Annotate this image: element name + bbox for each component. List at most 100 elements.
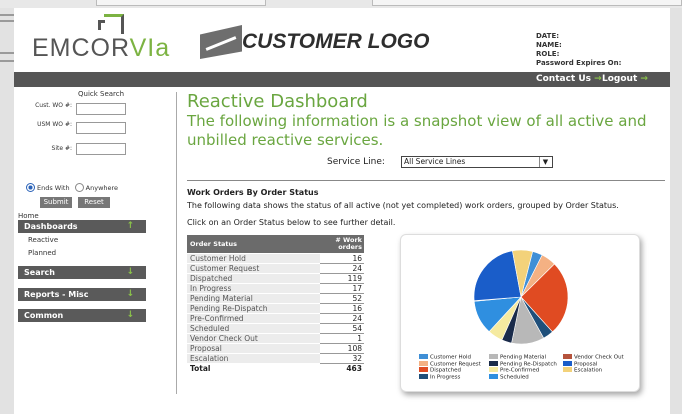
legend-swatch — [563, 354, 572, 359]
legend-label: In Progress — [430, 374, 461, 381]
table-row[interactable]: Customer Hold 16 — [187, 253, 364, 264]
status-pie-chart-card: Customer Hold Customer Request Dispatched I… — [400, 234, 640, 392]
contact-us-label: Contact Us — [536, 74, 592, 84]
cust-wo-label: Cust. WO #: — [35, 102, 72, 109]
nav-dashboards-label: Dashboards — [24, 222, 78, 231]
service-line-select[interactable]: All Service Lines ▼ — [401, 156, 553, 168]
reset-button[interactable]: Reset — [78, 197, 110, 208]
order-status-link[interactable]: Pre-Confirmed — [187, 313, 320, 324]
submit-button[interactable]: Submit — [40, 197, 72, 208]
legend-swatch — [489, 354, 498, 359]
site-input[interactable] — [76, 143, 126, 155]
work-order-count: 108 — [320, 343, 364, 354]
logout-label: Logout — [602, 74, 638, 84]
work-order-count: 52 — [320, 293, 364, 304]
password-expires-label: Password Expires On: — [536, 59, 622, 67]
work-order-count: 16 — [320, 303, 364, 314]
user-info: DATE: NAME: ROLE: Password Expires On: — [536, 32, 621, 68]
order-status-link[interactable]: In Progress — [187, 283, 320, 294]
total-label: Total — [187, 363, 320, 373]
nav-reports-label: Reports - Misc — [24, 290, 89, 299]
legend-label: Customer Hold — [430, 354, 471, 361]
order-status-link[interactable]: Customer Hold — [187, 253, 320, 264]
order-status-link[interactable]: Scheduled — [187, 323, 320, 334]
legend-swatch — [489, 367, 498, 373]
table-row[interactable]: Proposal 108 — [187, 343, 364, 354]
background-scribble — [0, 52, 14, 54]
date-label: DATE: — [536, 32, 560, 40]
site-label: Site #: — [51, 145, 72, 152]
arrow-down-icon: ↓ — [126, 267, 134, 277]
top-nav-bar: Contact Us → Logout → — [14, 72, 670, 87]
background-scribble — [0, 20, 14, 22]
status-pie-chart[interactable] — [401, 235, 641, 353]
brand-accent: VIa — [129, 34, 171, 62]
legend-swatch — [419, 354, 428, 359]
work-order-count: 54 — [320, 323, 364, 334]
table-row[interactable]: Pending Re-Dispatch 16 — [187, 303, 364, 314]
order-status-link[interactable]: Escalation — [187, 353, 320, 364]
order-status-link[interactable]: Proposal — [187, 343, 320, 354]
legend-swatch — [489, 373, 498, 379]
nav-item-reactive[interactable]: Reactive — [28, 236, 58, 244]
site-field: Site #: — [20, 142, 126, 156]
background-window-right — [670, 8, 682, 414]
customer-logo-text: CUSTOMER LOGO — [242, 30, 430, 53]
section-divider — [187, 180, 665, 181]
home-link[interactable]: Home — [18, 212, 39, 220]
nav-search-label: Search — [24, 268, 55, 277]
table-row[interactable]: Pending Material 52 — [187, 293, 364, 304]
page-subtitle: The following information is a snapshot … — [187, 112, 647, 149]
legend-label: Vendor Check Out — [574, 354, 624, 361]
nav-common[interactable]: Common ↓ — [18, 309, 146, 322]
table-row[interactable]: Dispatched 119 — [187, 273, 364, 284]
arrow-up-icon: ↑ — [126, 221, 134, 231]
legend-label: Pending Re-Dispatch — [500, 361, 557, 368]
nav-search[interactable]: Search ↓ — [18, 266, 146, 279]
ends-with-radio[interactable] — [26, 183, 35, 192]
usm-wo-field: USM WO #: — [20, 121, 126, 135]
legend-label: Dispatched — [430, 367, 462, 374]
table-row[interactable]: Pre-Confirmed 24 — [187, 313, 364, 324]
table-row[interactable]: Escalation 32 — [187, 353, 364, 364]
service-line-value: All Service Lines — [404, 157, 466, 166]
emcor-logo-mark — [98, 20, 105, 30]
page-title: Reactive Dashboard — [187, 91, 368, 112]
logout-link[interactable]: Logout → — [602, 74, 648, 84]
anywhere-radio[interactable] — [74, 183, 84, 192]
section-instruction: Click on an Order Status below to see fu… — [187, 218, 396, 227]
table-header-row: Order Status # Work orders — [187, 235, 364, 254]
anywhere-label: Anywhere — [85, 184, 119, 192]
work-order-count: 32 — [320, 353, 364, 364]
nav-dashboards[interactable]: Dashboards ↑ — [18, 220, 146, 233]
arrow-down-icon: ↓ — [126, 310, 134, 320]
work-order-count: 1 — [320, 333, 364, 344]
role-label: ROLE: — [536, 50, 560, 58]
order-status-link[interactable]: Customer Request — [187, 263, 320, 274]
order-status-link[interactable]: Dispatched — [187, 273, 320, 284]
order-status-link[interactable]: Pending Material — [187, 293, 320, 304]
cust-wo-input[interactable] — [76, 103, 126, 115]
work-order-count: 17 — [320, 283, 364, 294]
order-status-rows: Customer Hold 16 Customer Request 24 Dispatc… — [187, 253, 364, 364]
table-row[interactable]: Vendor Check Out 1 — [187, 333, 364, 344]
work-order-count: 16 — [320, 253, 364, 264]
usm-wo-input[interactable] — [76, 122, 126, 134]
customer-logo-icon — [200, 25, 242, 59]
contact-us-link[interactable]: Contact Us → — [536, 74, 602, 84]
order-status-link[interactable]: Pending Re-Dispatch — [187, 303, 320, 314]
table-row[interactable]: In Progress 17 — [187, 283, 364, 294]
nav-common-label: Common — [24, 311, 64, 320]
table-row[interactable]: Customer Request 24 — [187, 263, 364, 274]
work-order-count: 119 — [320, 273, 364, 284]
background-window-shape — [372, 0, 682, 6]
table-row[interactable]: Scheduled 54 — [187, 323, 364, 334]
emcor-via-logo[interactable]: EMCORVIa — [32, 34, 170, 63]
page-header: EMCORVIa CUSTOMER LOGO DATE: NAME: ROLE:… — [14, 8, 670, 72]
order-status-link[interactable]: Vendor Check Out — [187, 333, 320, 344]
chevron-down-icon: ▼ — [539, 157, 551, 167]
legend-swatch — [419, 367, 428, 373]
nav-reports-misc[interactable]: Reports - Misc ↓ — [18, 288, 146, 301]
nav-item-planned[interactable]: Planned — [28, 249, 56, 257]
legend-swatch — [563, 367, 572, 373]
